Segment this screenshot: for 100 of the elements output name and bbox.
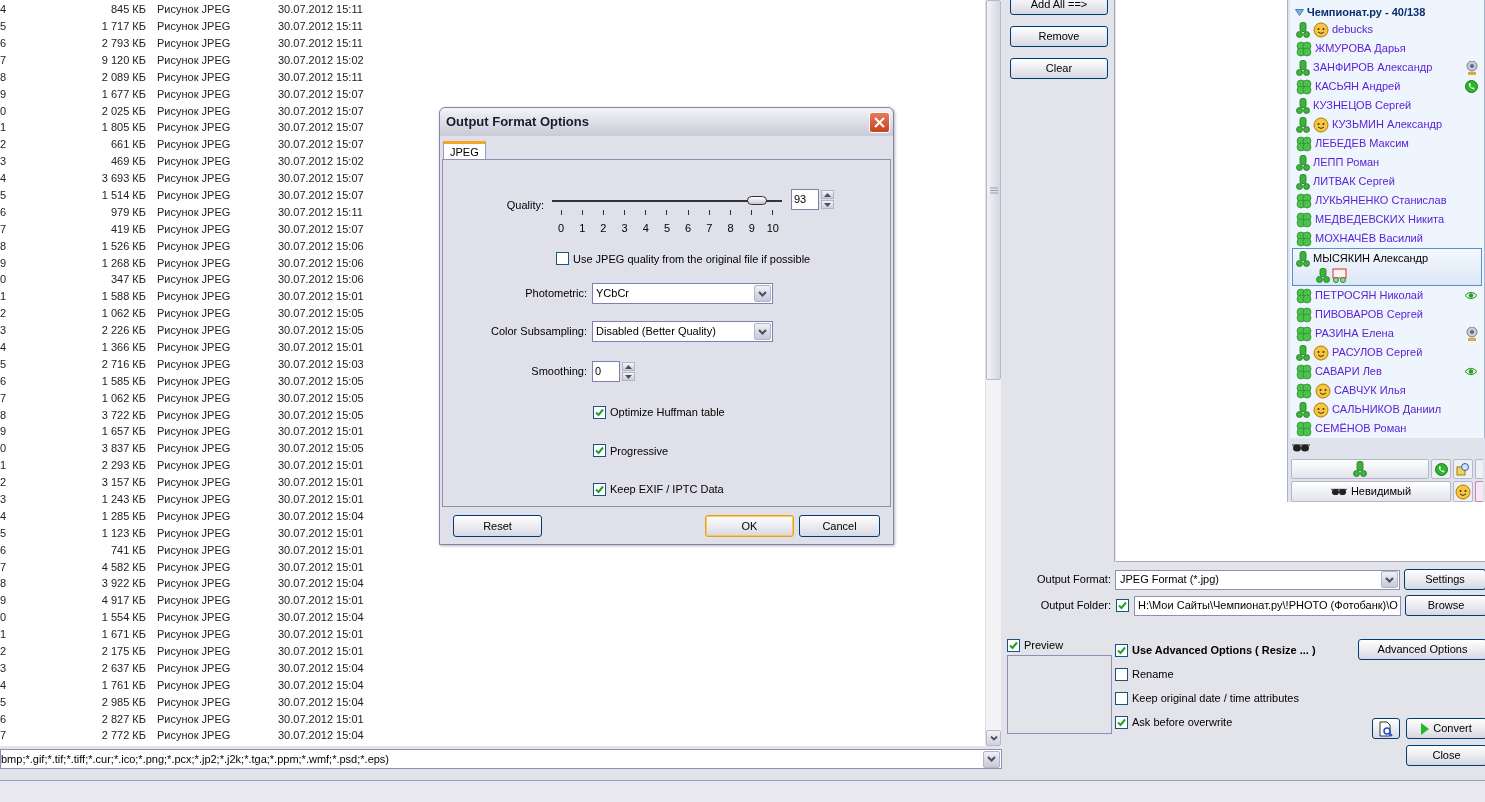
- settings-button[interactable]: Settings: [1404, 569, 1485, 590]
- spin-up-icon[interactable]: [622, 362, 635, 371]
- smoothing-input[interactable]: 0: [592, 361, 620, 382]
- size-cell-text: 469 КБ: [109, 154, 146, 170]
- preview-button[interactable]: [1372, 718, 1400, 739]
- checkbox[interactable]: [1007, 638, 1020, 652]
- contact-item[interactable]: САЛЬНИКОВ Даниил: [1292, 400, 1482, 419]
- type-cell-text: Рисунок JPEG: [157, 340, 232, 355]
- checkbox[interactable]: [1115, 667, 1128, 681]
- clover-icon: [1296, 135, 1312, 152]
- list-button[interactable]: Clear: [1010, 58, 1108, 79]
- contact-item[interactable]: МЫСЯКИН Александр: [1292, 248, 1482, 286]
- type-cell-text: Рисунок JPEG: [157, 711, 232, 727]
- date-cell-text: 30.07.2012 15:04: [278, 677, 364, 693]
- checkbox[interactable]: [593, 444, 606, 458]
- tick-label: 7: [705, 221, 714, 236]
- contact-item[interactable]: РАЗИНА Елена: [1292, 324, 1482, 343]
- person-icon: [1296, 173, 1310, 190]
- tick-label: 2: [599, 221, 608, 236]
- phone-button[interactable]: [1431, 459, 1451, 479]
- type-cell-text: Рисунок JPEG: [157, 644, 232, 660]
- date-cell-text: 30.07.2012 15:06: [278, 272, 364, 288]
- person-icon: [1296, 116, 1310, 133]
- date-cell-text: 30.07.2012 15:01: [278, 525, 364, 541]
- checkbox[interactable]: [1115, 643, 1128, 657]
- type-cell-text: Рисунок JPEG: [157, 728, 232, 744]
- checkbox[interactable]: [1116, 599, 1129, 612]
- contact-item[interactable]: МОХНАЧЁВ Василий: [1292, 229, 1482, 248]
- advanced-options-button[interactable]: Advanced Options: [1358, 639, 1485, 660]
- contact-item[interactable]: РАСУЛОВ Сергей: [1292, 343, 1482, 362]
- group-header[interactable]: Чемпионат.ру - 40/138: [1290, 4, 1484, 20]
- contact-item[interactable]: САВАРИ Лев: [1292, 362, 1482, 381]
- checkbox[interactable]: [556, 252, 569, 266]
- contact-item[interactable]: КУЗЬМИН Александр: [1292, 115, 1482, 134]
- dialog-button[interactable]: Reset: [453, 515, 542, 537]
- contact-item[interactable]: ЛЕБЕДЕВ Максим: [1292, 134, 1482, 153]
- contact-item[interactable]: ПИВОВАРОВ Сергей: [1292, 305, 1482, 324]
- tab[interactable]: JPEG: [443, 141, 486, 159]
- quality-label: Quality:: [505, 198, 544, 213]
- dialog-button[interactable]: Cancel: [799, 515, 880, 537]
- contact-item[interactable]: ЛУКЬЯНЕНКО Станислав: [1292, 191, 1482, 210]
- output-folder-input[interactable]: H:\Мои Сайты\Чемпионат.ру\!PHOTO (Фотобанк)\O: [1134, 595, 1401, 616]
- clover-icon: [1296, 382, 1312, 399]
- status-button[interactable]: [1291, 459, 1429, 479]
- output-format-dropdown[interactable]: JPEG Format (*.jpg): [1115, 569, 1400, 590]
- list-button[interactable]: Remove: [1010, 26, 1108, 47]
- file-name-cell-text: 2: [0, 306, 8, 322]
- scroll-down-icon[interactable]: [986, 730, 1001, 746]
- quality-input[interactable]: 93: [791, 189, 819, 210]
- smiley-button[interactable]: [1453, 481, 1473, 502]
- checkbox[interactable]: [1115, 715, 1128, 729]
- person-icon: [1296, 250, 1310, 267]
- slider-thumb[interactable]: [747, 196, 768, 205]
- file-name-cell-text: 7: [0, 221, 8, 237]
- file-name-cell-text: 4: [0, 508, 8, 524]
- file-name-cell-text: 6: [0, 711, 8, 727]
- close-button[interactable]: [869, 111, 890, 133]
- contact-item[interactable]: КУЗНЕЦОВ Сергей: [1292, 96, 1482, 115]
- spin-up-icon[interactable]: [821, 190, 834, 199]
- contact-name: КУЗЬМИН Александр: [1332, 117, 1442, 133]
- scrollbar-thumb[interactable]: [986, 0, 1001, 380]
- contact-item[interactable]: ЛИТВАК Сергей: [1292, 172, 1482, 191]
- contact-item[interactable]: debucks: [1292, 20, 1482, 39]
- convert-button[interactable]: Convert: [1406, 718, 1485, 739]
- dialog-button[interactable]: OK: [705, 515, 794, 537]
- contact-item[interactable]: КАСЬЯН Андрей: [1292, 77, 1482, 96]
- size-cell-text: 1 268 КБ: [100, 255, 146, 271]
- dropdown[interactable]: YCbCr: [592, 283, 773, 304]
- file-name-cell-text: 8: [0, 69, 8, 85]
- list-button[interactable]: Add All ==>: [1010, 0, 1108, 15]
- file-filter-dropdown[interactable]: bmp;*.gif;*.tif;*.tiff;*.cur;*.ico;*.png;*.pcx;*.jp2;*.j2k;*.tga;*.ppm;*.wmf;*.psd;*.eps): [0, 749, 1002, 769]
- quality-slider[interactable]: [552, 194, 782, 208]
- contact-item[interactable]: ЗАНФИРОВ Александр: [1292, 58, 1482, 77]
- contact-item[interactable]: ЖМУРОВА Дарья: [1292, 39, 1482, 58]
- close-button[interactable]: Close: [1406, 745, 1485, 766]
- scrollbar[interactable]: [985, 0, 1001, 746]
- spin-down-icon[interactable]: [821, 200, 834, 209]
- spin-down-icon[interactable]: [622, 372, 635, 381]
- privacy-status-button[interactable]: Невидимый: [1291, 481, 1451, 502]
- contact-item[interactable]: ПЕТРОСЯН Николай: [1292, 286, 1482, 305]
- contact-name: САЛЬНИКОВ Даниил: [1332, 402, 1442, 418]
- checkbox[interactable]: [593, 405, 606, 419]
- person-icon: [1296, 21, 1310, 38]
- date-cell-text: 30.07.2012 15:01: [278, 458, 364, 474]
- date-cell-text: 30.07.2012 15:05: [278, 441, 364, 457]
- size-cell-text: 1 761 КБ: [100, 677, 146, 693]
- dropdown[interactable]: Disabled (Better Quality): [592, 321, 773, 342]
- browse-button[interactable]: Browse: [1405, 595, 1485, 616]
- contact-item[interactable]: САВЧУК Илья: [1292, 381, 1482, 400]
- checkbox[interactable]: [1115, 691, 1128, 705]
- file-name-cell-text: 8: [0, 407, 8, 423]
- contact-item[interactable]: СЕМЁНОВ Роман: [1292, 419, 1482, 438]
- contact-item[interactable]: МЕДВЕДЕВСКИХ Никита: [1292, 210, 1482, 229]
- file-name-cell-text: 2: [0, 475, 8, 491]
- contact-item[interactable]: ЛЕПП Роман: [1292, 153, 1482, 172]
- search-contact-button[interactable]: [1453, 459, 1473, 479]
- grip-icon: [989, 186, 998, 194]
- file-name-cell-text: 4: [0, 171, 8, 187]
- checkbox[interactable]: [593, 482, 606, 496]
- size-cell-text: 2 025 КБ: [100, 103, 146, 119]
